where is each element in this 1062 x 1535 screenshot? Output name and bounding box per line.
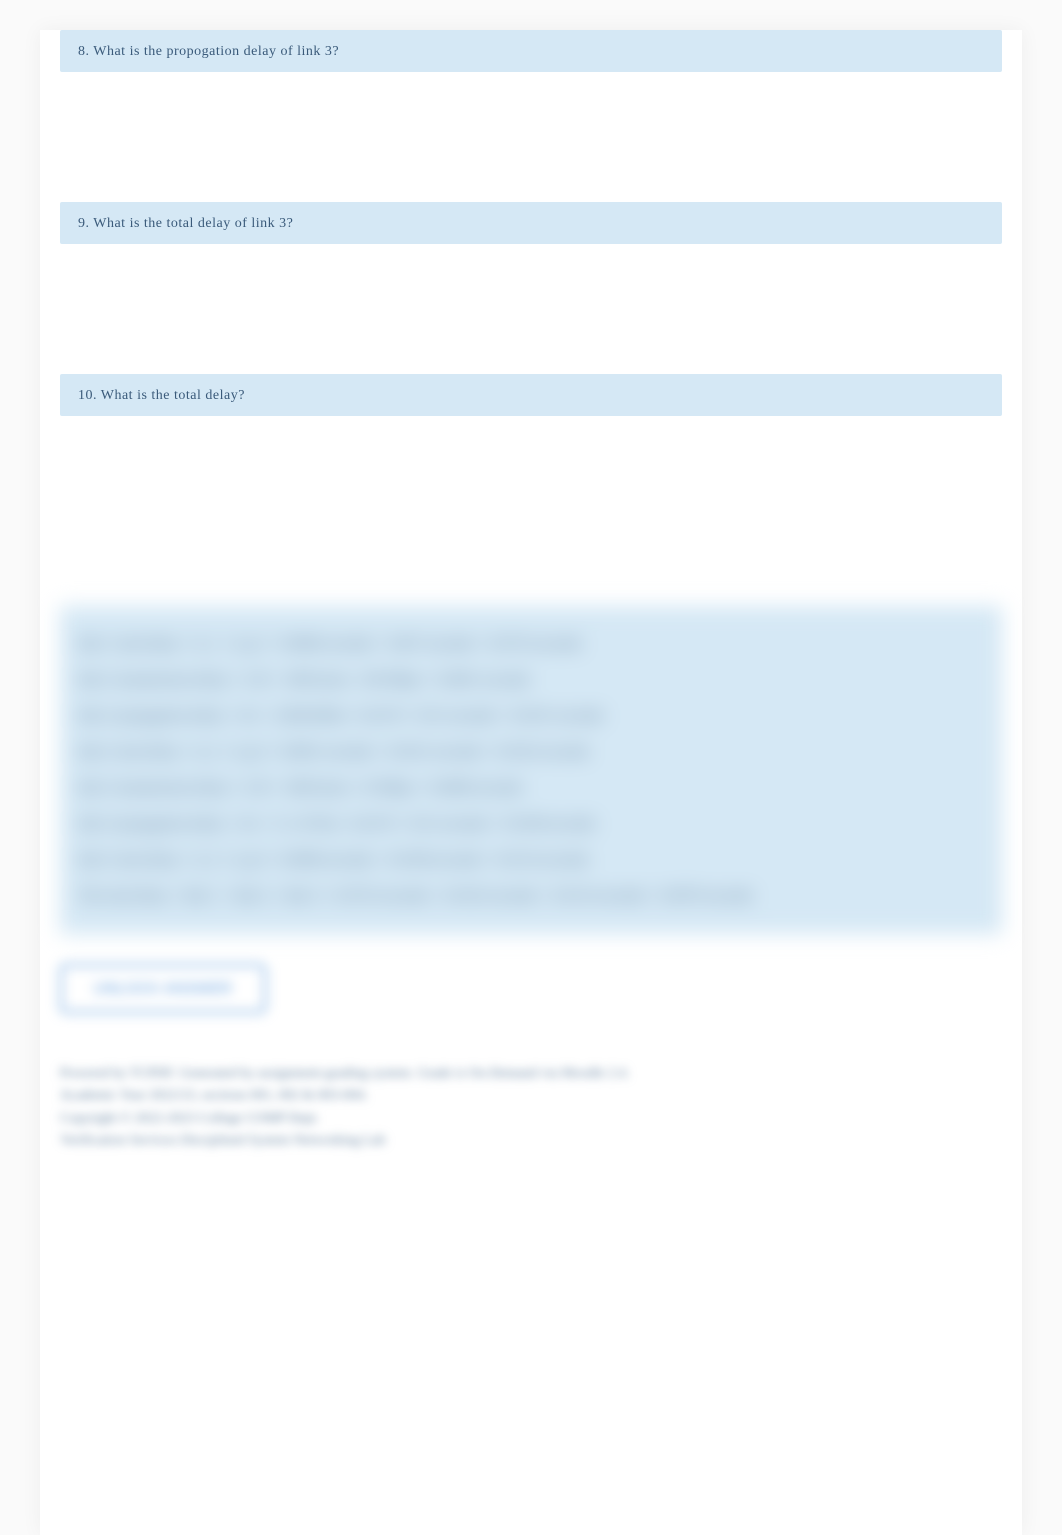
question-text: 10. What is the total delay? bbox=[78, 388, 245, 403]
answer-space-9 bbox=[40, 244, 1022, 374]
answers-block-blurred: link 1 total delay = d_1 + d_p1 = 0.0086… bbox=[60, 606, 1002, 934]
question-body: What is the total delay? bbox=[101, 388, 245, 403]
answer-line: The total delay = link 1 + link 2 + link… bbox=[78, 878, 984, 914]
answer-line: link 3 total delay = d_3 + d_p3 = 0.0008… bbox=[78, 842, 984, 878]
answer-line: link 3 transmission delay = L/R = 1000 b… bbox=[78, 770, 984, 806]
footer-line: Copyright © 2022-2023 College COMP Dept. bbox=[60, 1108, 1002, 1130]
question-body: What is the propogation delay of link 3? bbox=[93, 44, 339, 59]
question-number: 8. bbox=[78, 44, 90, 59]
question-text: 9. What is the total delay of link 3? bbox=[78, 216, 293, 231]
question-number: 10. bbox=[78, 388, 97, 403]
page-container: 8. What is the propogation delay of link… bbox=[40, 30, 1022, 1535]
answer-line: link 2 total delay = d_2 + d_p2 = 0.0001… bbox=[78, 734, 984, 770]
answer-line: link 2 propagation delay = d/s = 3,000,0… bbox=[78, 698, 984, 734]
unlock-button[interactable]: UNLOCK ANSWER bbox=[60, 964, 266, 1013]
answer-space-10 bbox=[40, 416, 1022, 546]
answer-line: link 3 propagation delay = d/s = 3 x 10^… bbox=[78, 806, 984, 842]
footer-line: Academic Year 2022/23, sections 001, 002… bbox=[60, 1085, 1002, 1107]
answer-line: link 2 transmission delay = L/R = 1000 b… bbox=[78, 662, 984, 698]
answer-space-8 bbox=[40, 72, 1022, 202]
question-block-8: 8. What is the propogation delay of link… bbox=[60, 30, 1002, 72]
answer-line: link 1 total delay = d_1 + d_p1 = 0.0086… bbox=[78, 626, 984, 662]
footer-blurred: Powered by TCPDF. Generated by assignmen… bbox=[60, 1063, 1002, 1153]
question-number: 9. bbox=[78, 216, 90, 231]
question-body: What is the total delay of link 3? bbox=[93, 216, 293, 231]
question-text: 8. What is the propogation delay of link… bbox=[78, 44, 339, 59]
question-block-10: 10. What is the total delay? bbox=[60, 374, 1002, 416]
question-block-9: 9. What is the total delay of link 3? bbox=[60, 202, 1002, 244]
footer-line: Verification Services Disciplined System… bbox=[60, 1130, 1002, 1152]
footer-line: Powered by TCPDF. Generated by assignmen… bbox=[60, 1063, 1002, 1085]
